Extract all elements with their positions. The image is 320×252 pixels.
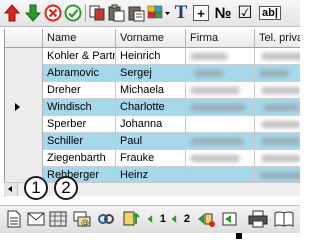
cell-vorname: Sergej — [116, 65, 186, 81]
bottom-toolbar: @ 1 2 — [0, 205, 300, 233]
flag-icon[interactable] — [220, 209, 240, 229]
cell-firma — [186, 167, 255, 183]
envelope-icon[interactable] — [26, 209, 46, 229]
add-field-icon[interactable]: + — [193, 5, 209, 21]
cell-tel-privat — [255, 150, 300, 166]
callout-2: 2 — [54, 176, 78, 200]
cell-name: Abramovic — [43, 65, 116, 81]
cell-name: Kohler & Partner — [43, 48, 116, 64]
cell-tel-privat — [255, 116, 300, 132]
cell-vorname: Charlotte — [116, 99, 186, 115]
callout-1: 1 — [24, 176, 48, 200]
cell-tel-privat — [255, 65, 300, 81]
font-text-icon[interactable]: T — [172, 2, 190, 23]
cell-name: Rehberger — [43, 167, 116, 183]
paste-special-icon[interactable] — [128, 3, 146, 23]
svg-text:@: @ — [81, 218, 89, 227]
sort-delete-icon[interactable] — [196, 209, 216, 229]
column-header-name[interactable]: Name — [43, 29, 116, 48]
top-toolbar: T + № ☑ ab| — [0, 0, 300, 27]
document-icon[interactable] — [4, 209, 24, 229]
cell-firma — [186, 116, 255, 132]
row-indicator[interactable] — [5, 150, 43, 167]
table-row[interactable]: Ziegenbarth Frauke — [5, 150, 300, 167]
column-header-vorname[interactable]: Vorname — [116, 29, 186, 48]
row-indicator-header — [5, 29, 43, 48]
cell-vorname: Johanna — [116, 116, 186, 132]
cell-firma — [186, 99, 255, 115]
cell-name: Sperber — [43, 116, 116, 132]
row-indicator[interactable] — [5, 65, 43, 82]
numero-icon[interactable]: № — [213, 3, 233, 23]
textbox-icon[interactable]: ab| — [256, 3, 284, 23]
sort-1-icon[interactable]: 1 — [146, 209, 166, 229]
horizontal-scrollbar[interactable] — [4, 182, 300, 196]
checkbox-icon[interactable]: ☑ — [236, 3, 254, 23]
cell-vorname: Heinz — [116, 167, 186, 183]
sort-ascending-icon[interactable] — [122, 209, 142, 229]
scroll-left-arrow-icon[interactable] — [4, 183, 18, 196]
bottom-notch — [236, 233, 242, 239]
envelope-grid-icon[interactable] — [48, 209, 68, 229]
cell-tel-privat — [255, 167, 300, 183]
cell-firma — [186, 150, 255, 166]
cell-tel-privat — [255, 99, 300, 115]
table-row[interactable]: Dreher Michaela — [5, 82, 300, 99]
grid-header: Name Vorname Firma Tel. privat — [5, 29, 300, 48]
table-row[interactable]: Schiller Paul — [5, 133, 300, 150]
format-color-icon[interactable] — [146, 3, 172, 23]
row-indicator[interactable] — [5, 133, 43, 150]
cell-vorname: Paul — [116, 133, 186, 149]
cell-vorname: Frauke — [116, 150, 186, 166]
row-indicator-current[interactable] — [5, 99, 43, 116]
cell-firma — [186, 133, 255, 149]
row-indicator[interactable] — [5, 116, 43, 133]
row-indicator[interactable] — [5, 48, 43, 65]
cell-firma — [186, 65, 255, 81]
cell-firma — [186, 82, 255, 98]
column-header-firma[interactable]: Firma — [186, 29, 255, 48]
cell-vorname: Heinrich — [116, 48, 186, 64]
cell-tel-privat — [255, 82, 300, 98]
book-icon[interactable] — [274, 209, 294, 229]
confirm-icon[interactable] — [64, 3, 82, 23]
table-row[interactable]: Kohler & Partner Heinrich — [5, 48, 300, 65]
link-icon[interactable] — [96, 209, 116, 229]
row-indicator[interactable] — [5, 82, 43, 99]
table-row[interactable]: Sperber Johanna — [5, 116, 300, 133]
delete-icon[interactable] — [44, 3, 62, 23]
cell-name: Dreher — [43, 82, 116, 98]
table-row[interactable]: Abramovic Sergej — [5, 65, 300, 82]
move-up-icon[interactable] — [3, 3, 21, 23]
contacts-grid: Name Vorname Firma Tel. privat Kohler & … — [4, 29, 300, 197]
current-row-arrow-icon — [15, 103, 20, 111]
cell-vorname: Michaela — [116, 82, 186, 98]
paste-icon[interactable] — [108, 3, 126, 23]
copy-icon[interactable] — [88, 3, 106, 23]
cell-tel-privat — [255, 48, 300, 64]
cell-firma — [186, 48, 255, 64]
cell-tel-privat — [255, 133, 300, 149]
bottom-strip — [0, 233, 300, 252]
cell-name: Ziegenbarth — [43, 150, 116, 166]
sort-2-icon[interactable]: 2 — [170, 209, 190, 229]
group-email-icon[interactable]: @ — [72, 209, 92, 229]
printer-icon[interactable] — [248, 209, 268, 229]
move-down-icon[interactable] — [24, 3, 42, 23]
table-row-selected[interactable]: Windisch Charlotte — [5, 99, 300, 116]
column-header-tel-privat[interactable]: Tel. privat — [255, 29, 300, 48]
cell-name: Windisch — [43, 99, 116, 115]
cell-name: Schiller — [43, 133, 116, 149]
